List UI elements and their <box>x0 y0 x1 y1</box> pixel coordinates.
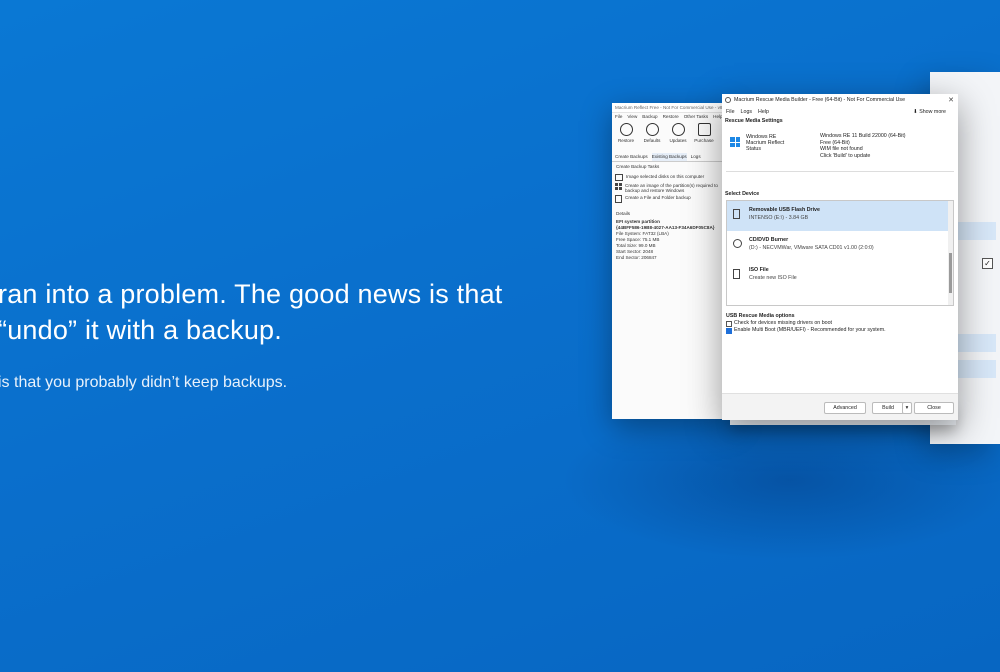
monitor-icon <box>615 174 623 181</box>
task-image-disks[interactable]: Image selected disks on this computer <box>615 174 732 181</box>
purchase-label: Purchase <box>694 138 714 143</box>
headline: ran into a problem. The good news is tha… <box>0 276 558 348</box>
option-check-drivers[interactable]: Check for devices missing drivers on boo… <box>726 320 954 327</box>
dialog-menu-bar: File Logs Help ⬇ Show more <box>722 107 958 117</box>
checkbox[interactable] <box>726 327 732 334</box>
headline-line-2: “undo” it with a backup. <box>0 315 282 345</box>
close-button[interactable]: Close <box>914 402 954 414</box>
device-detail: (D:) - NECVMWar, VMware SATA CD01 v1.00 … <box>749 245 874 251</box>
show-more-button[interactable]: ⬇ Show more <box>913 107 946 117</box>
main-window-title: Macrium Reflect Free - Not For Commercia… <box>612 103 732 113</box>
build-button[interactable]: Build <box>872 402 904 414</box>
usb-icon <box>733 209 740 219</box>
defaults-label: Defaults <box>643 138 661 143</box>
device-iso-file[interactable]: ISO File Create new ISO File <box>727 261 953 291</box>
settings-panel: Windows RE Macrium Reflect Status Window… <box>726 127 954 172</box>
restore-button[interactable]: Restore <box>616 123 636 151</box>
menu-other-tasks[interactable]: Other Tasks <box>684 113 708 121</box>
details-heading: Details <box>616 211 631 216</box>
tab-create-backups[interactable]: Create Backups <box>615 153 648 161</box>
updates-label: Updates <box>669 138 687 143</box>
main-menu-bar: File View Backup Restore Other Tasks Hel… <box>612 113 732 121</box>
dialog-menu-logs[interactable]: Logs <box>741 107 753 117</box>
updates-button[interactable]: Updates <box>668 123 688 151</box>
setting-value: Windows RE 11 Build 22000 (64-Bit) <box>820 133 906 139</box>
document-icon <box>615 195 622 203</box>
setting-label: Status <box>746 146 762 152</box>
settings-labels: Windows RE Macrium Reflect Status <box>746 134 784 152</box>
detail-line: End Sector: 206847 <box>616 255 657 260</box>
option-multi-boot[interactable]: Enable Multi Boot (MBR/UEFI) - Recommend… <box>726 327 954 334</box>
tab-logs[interactable]: Logs <box>691 153 701 161</box>
windows-icon <box>615 183 622 190</box>
main-tabs: Create Backups Existing Backups Logs <box>612 153 732 162</box>
option-label: Enable Multi Boot (MBR/UEFI) - Recommend… <box>734 327 886 333</box>
restore-label: Restore <box>617 138 635 143</box>
menu-file[interactable]: File <box>615 113 622 121</box>
device-name: Removable USB Flash Drive <box>749 207 820 213</box>
settings-values: Windows RE 11 Build 22000 (64-Bit) Free … <box>820 133 906 159</box>
background-checkbox[interactable]: ✓ <box>982 258 993 269</box>
restore-icon <box>619 123 633 136</box>
close-icon[interactable]: ✕ <box>948 94 954 107</box>
device-name: ISO File <box>749 267 769 273</box>
device-list: Removable USB Flash Drive INTENSO (E:\) … <box>726 200 954 306</box>
device-usb-flash[interactable]: Removable USB Flash Drive INTENSO (E:\) … <box>727 201 953 231</box>
settings-heading: Rescue Media Settings <box>725 118 783 124</box>
gear-icon <box>645 123 659 136</box>
file-icon <box>733 269 740 279</box>
app-icon <box>725 97 731 103</box>
option-label: Check for devices missing drivers on boo… <box>734 320 833 326</box>
device-detail: INTENSO (E:\) - 3.84 GB <box>749 215 809 221</box>
macrium-main-window: Macrium Reflect Free - Not For Commercia… <box>612 103 732 419</box>
build-dropdown-button[interactable]: ▾ <box>902 402 912 414</box>
subline: is that you probably didn’t keep backups… <box>0 374 288 391</box>
task-image-windows[interactable]: Create an image of the partition(s) requ… <box>615 183 732 193</box>
menu-view[interactable]: View <box>627 113 637 121</box>
device-detail: Create new ISO File <box>749 275 797 281</box>
menu-restore[interactable]: Restore <box>663 113 679 121</box>
headline-line-1: ran into a problem. The good news is tha… <box>0 279 503 309</box>
details-panel: EFI system partition {44BFF586-19B8-4027… <box>612 219 732 261</box>
menu-backup[interactable]: Backup <box>642 113 657 121</box>
device-list-scrollbar[interactable] <box>948 201 953 305</box>
usb-options-heading: USB Rescue Media options <box>726 313 795 319</box>
refresh-icon <box>671 123 685 136</box>
dialog-title: Macrium Rescue Media Builder - Free (64-… <box>734 97 906 103</box>
task-file-folder[interactable]: Create a File and Folder backup <box>615 195 732 203</box>
defaults-button[interactable]: Defaults <box>642 123 662 151</box>
disc-icon <box>733 239 742 248</box>
dialog-button-bar: Advanced Build ▾ Close <box>722 393 958 420</box>
device-cd-dvd[interactable]: CD/DVD Burner (D:) - NECVMWar, VMware SA… <box>727 231 953 261</box>
checkbox[interactable] <box>726 320 732 327</box>
dialog-titlebar: Macrium Rescue Media Builder - Free (64-… <box>722 94 958 107</box>
dialog-menu-file[interactable]: File <box>726 107 735 117</box>
task-label: Image selected disks on this computer <box>626 174 705 179</box>
setting-value: Click 'Build' to update <box>820 152 871 159</box>
dialog-menu-help[interactable]: Help <box>758 107 769 117</box>
task-label: Create a File and Folder backup <box>625 195 691 200</box>
cart-icon <box>697 123 711 136</box>
advanced-button[interactable]: Advanced <box>824 402 866 414</box>
windows-logo-icon <box>730 137 740 147</box>
task-label: Create an image of the partition(s) requ… <box>625 183 718 193</box>
usb-options: USB Rescue Media options Check for devic… <box>726 312 954 334</box>
scrollbar-thumb[interactable] <box>949 253 952 293</box>
tab-existing-backups[interactable]: Existing Backups <box>651 153 687 161</box>
select-device-heading: Select Device <box>725 191 760 197</box>
rescue-media-dialog: Macrium Rescue Media Builder - Free (64-… <box>722 94 958 420</box>
tasks-heading: Create Backup Tasks <box>616 164 660 169</box>
purchase-button[interactable]: Purchase <box>694 123 714 151</box>
device-name: CD/DVD Burner <box>749 237 789 243</box>
show-more-label: Show more <box>919 109 946 115</box>
ribbon: Restore Defaults Updates Purchase <box>612 121 732 153</box>
